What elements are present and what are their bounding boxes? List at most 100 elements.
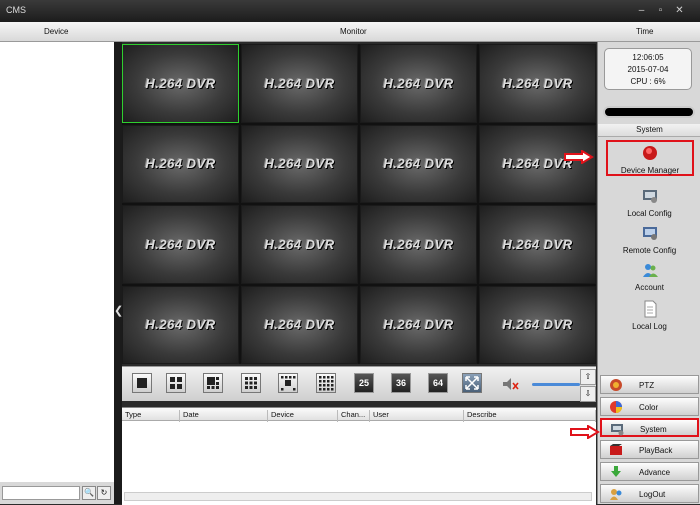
video-tile[interactable]: H.264 DVR	[360, 205, 477, 284]
video-tile[interactable]: H.264 DVR	[360, 44, 477, 123]
video-tile[interactable]: H.264 DVR	[479, 285, 596, 364]
nav-ptz-button[interactable]: PTZ	[600, 375, 699, 394]
device-header: Device	[44, 27, 69, 36]
device-search-input[interactable]	[2, 486, 80, 500]
system-section-title: System	[598, 124, 700, 137]
video-tile[interactable]: H.264 DVR	[122, 44, 239, 123]
layout-13-icon	[281, 376, 296, 391]
video-tile[interactable]: H.264 DVR	[122, 285, 239, 364]
scroll-up-icon[interactable]: ⇧	[580, 369, 596, 385]
layout-16-button[interactable]	[316, 373, 336, 393]
tile-label: H.264 DVR	[383, 317, 454, 333]
log-col-device[interactable]: Device	[268, 410, 338, 422]
monitor-header: Monitor	[340, 27, 367, 36]
device-manager-label: Device Manager	[620, 166, 680, 175]
panel-splitter[interactable]: ❮	[114, 42, 123, 504]
nav-playback-label: PlayBack	[639, 446, 673, 455]
layout-6-button[interactable]	[203, 373, 223, 393]
log-panel: Type Date Device Chan... User Describe	[122, 407, 596, 505]
tile-label: H.264 DVR	[502, 236, 573, 252]
local-config-label: Local Config	[627, 209, 672, 218]
layout-36-button[interactable]: 36	[391, 373, 411, 393]
fullscreen-button[interactable]	[462, 373, 482, 393]
tile-label: H.264 DVR	[502, 156, 573, 172]
cpu-usage: CPU : 6%	[630, 77, 666, 86]
video-tile[interactable]: H.264 DVR	[479, 44, 596, 123]
local-log-item[interactable]: Local Log	[598, 298, 700, 334]
video-grid: H.264 DVR H.264 DVR H.264 DVR H.264 DVR …	[122, 44, 596, 364]
maximize-icon[interactable]: ▫	[655, 5, 666, 16]
device-search-bar: 🔍 ↻	[0, 482, 114, 504]
layout-4-button[interactable]	[166, 373, 186, 393]
layout-16-icon	[319, 376, 334, 391]
log-horizontal-scrollbar[interactable]	[124, 492, 592, 501]
layout-toolbar: 25 36 64 ⇧ ⇩	[122, 366, 596, 402]
video-tile[interactable]: H.264 DVR	[360, 124, 477, 203]
local-config-icon	[642, 190, 657, 203]
video-tile[interactable]: H.264 DVR	[122, 124, 239, 203]
tile-label: H.264 DVR	[383, 75, 454, 91]
layout-6-icon	[207, 377, 219, 389]
account-item[interactable]: Account	[598, 259, 700, 295]
close-icon[interactable]: ✕	[674, 5, 685, 16]
layout-64-button[interactable]: 64	[428, 373, 448, 393]
log-col-user[interactable]: User	[370, 410, 464, 422]
highlight-arrow-icon	[570, 425, 600, 439]
video-tile[interactable]: H.264 DVR	[241, 285, 358, 364]
tile-label: H.264 DVR	[264, 317, 335, 333]
tile-label: H.264 DVR	[264, 156, 335, 172]
layout-4-icon	[170, 377, 182, 389]
account-icon	[642, 264, 658, 277]
minimize-icon[interactable]: –	[636, 5, 647, 16]
column-header-bar: Device Monitor Time	[0, 22, 700, 42]
nav-color-button[interactable]: Color	[600, 397, 699, 416]
nav-system-button[interactable]: System	[600, 418, 699, 437]
layout-25-button[interactable]: 25	[354, 373, 374, 393]
mute-icon[interactable]	[500, 375, 520, 393]
layout-9-button[interactable]	[241, 373, 261, 393]
video-tile[interactable]: H.264 DVR	[241, 124, 358, 203]
nav-system-label: System	[640, 425, 667, 434]
remote-config-label: Remote Config	[622, 246, 677, 255]
volume-slider[interactable]	[532, 383, 580, 386]
layout-1-button[interactable]	[132, 373, 152, 393]
layout-9-icon	[245, 377, 257, 389]
device-tree-panel[interactable]	[0, 42, 115, 482]
video-tile[interactable]: H.264 DVR	[241, 44, 358, 123]
video-tile[interactable]: H.264 DVR	[241, 205, 358, 284]
status-bar-black	[603, 106, 695, 118]
video-tile[interactable]: H.264 DVR	[360, 285, 477, 364]
video-tile[interactable]: H.264 DVR	[122, 205, 239, 284]
tile-label: H.264 DVR	[145, 236, 216, 252]
nav-advance-button[interactable]: Advance	[600, 462, 699, 481]
tile-label: H.264 DVR	[264, 75, 335, 91]
right-panel: 12:06:05 2015-07-04 CPU : 6% System Devi…	[597, 42, 700, 504]
refresh-icon[interactable]: ↻	[97, 486, 111, 500]
log-col-describe[interactable]: Describe	[464, 410, 596, 422]
time-header: Time	[636, 27, 654, 36]
local-log-icon	[644, 300, 656, 318]
log-col-type[interactable]: Type	[122, 410, 180, 422]
scroll-down-icon[interactable]: ⇩	[580, 386, 596, 402]
remote-config-icon	[642, 227, 657, 240]
nav-advance-label: Advance	[639, 468, 671, 477]
log-table-header: Type Date Device Chan... User Describe	[122, 408, 596, 422]
local-config-item[interactable]: Local Config	[598, 185, 700, 221]
playback-icon	[610, 444, 622, 455]
nav-logout-button[interactable]: LogOut	[600, 484, 699, 503]
account-label: Account	[635, 283, 664, 292]
layout-13-button[interactable]	[278, 373, 298, 393]
video-tile[interactable]: H.264 DVR	[479, 205, 596, 284]
local-log-label: Local Log	[632, 322, 667, 331]
clock-time: 12:06:05	[632, 53, 664, 62]
log-col-date[interactable]: Date	[180, 410, 268, 422]
status-clock: 12:06:05 2015-07-04 CPU : 6%	[604, 48, 692, 90]
tile-label: H.264 DVR	[502, 317, 573, 333]
nav-playback-button[interactable]: PlayBack	[600, 440, 699, 459]
remote-config-item[interactable]: Remote Config	[598, 222, 700, 258]
window-title: CMS	[6, 5, 26, 15]
color-icon	[610, 401, 622, 413]
device-manager-item[interactable]: Device Manager	[606, 140, 694, 176]
log-col-channel[interactable]: Chan...	[338, 410, 370, 422]
search-icon[interactable]: 🔍	[82, 486, 96, 500]
